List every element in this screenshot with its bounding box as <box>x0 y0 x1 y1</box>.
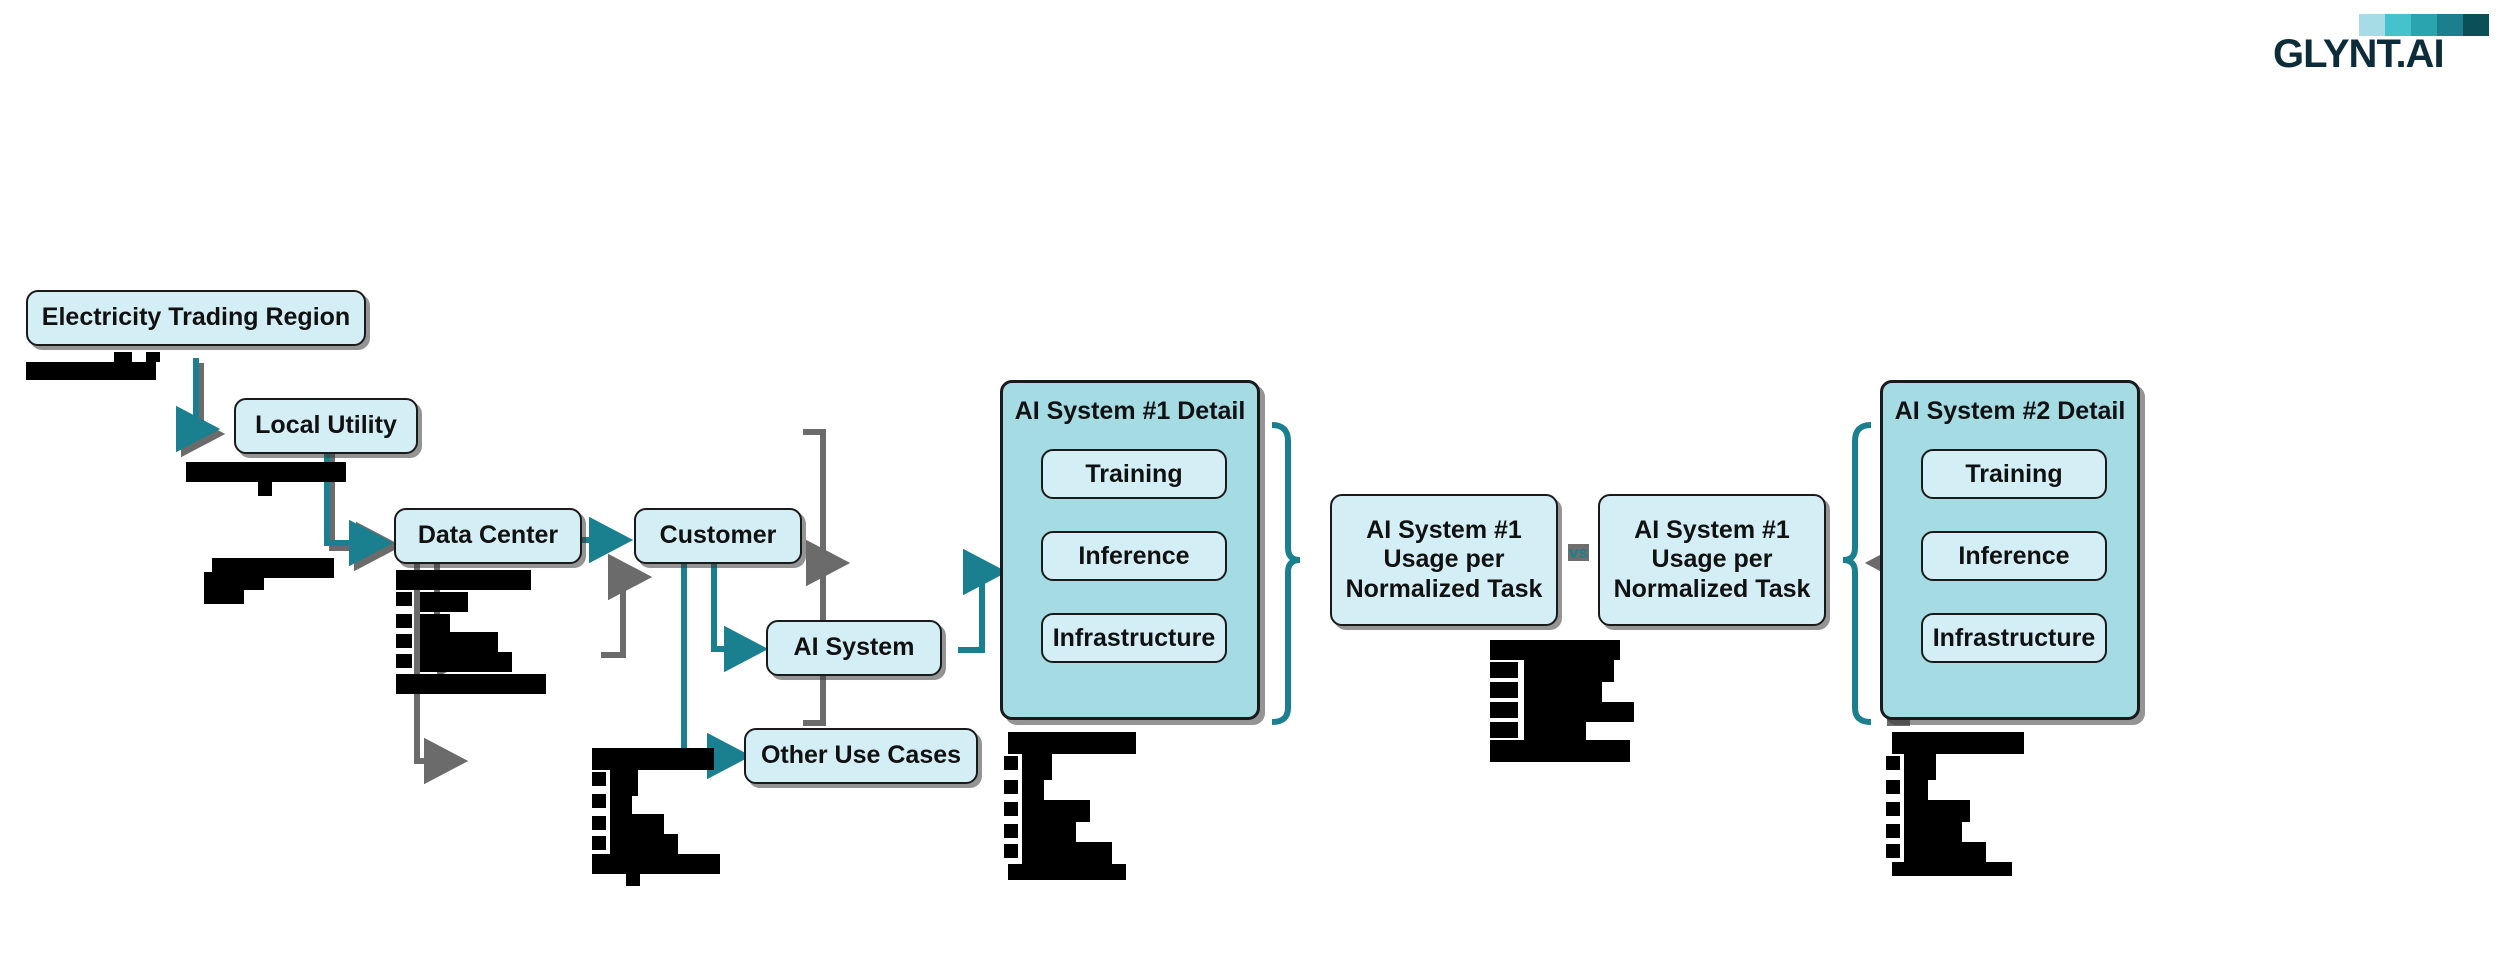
redacted-annotation-detail2 <box>1886 732 2056 876</box>
usage1-line-2: Usage per <box>1383 545 1505 574</box>
node-ai-system[interactable]: AI System <box>766 620 942 676</box>
glynt-ai-logo: GLYNT.AI <box>2273 14 2489 76</box>
group1-item-inference[interactable]: Inference <box>1041 531 1227 581</box>
usage1-line-1: AI System #1 <box>1366 515 1522 544</box>
redacted-annotation-datacenter <box>396 570 576 698</box>
logo-wordmark: GLYNT.AI <box>2273 32 2445 76</box>
node-local-utility[interactable]: Local Utility <box>234 398 418 454</box>
node-ai-system-1-usage[interactable]: AI System #1 Usage per Normalized Task <box>1330 494 1558 626</box>
usage1-line-3: Normalized Task <box>1345 574 1543 603</box>
group2-title: AI System #2 Detail <box>1894 397 2126 425</box>
diagram-canvas: GLYNT.AI Electricity Trading Region Loca… <box>0 0 2501 955</box>
node-ai-system-2-usage[interactable]: AI System #1 Usage per Normalized Task <box>1598 494 1826 626</box>
group2-item-training[interactable]: Training <box>1921 449 2107 499</box>
vs-comparator-label: vs <box>1568 543 1589 562</box>
redacted-annotation-usage <box>1490 640 1680 770</box>
usage2-line-2: Usage per <box>1651 545 1773 574</box>
node-other-use-cases[interactable]: Other Use Cases <box>744 728 978 784</box>
usage2-line-1: AI System #1 <box>1634 515 1790 544</box>
edge-aisystem-to-detail1 <box>958 548 1008 653</box>
node-customer[interactable]: Customer <box>634 508 802 564</box>
edge-region-to-utility <box>175 358 221 453</box>
group1-title: AI System #1 Detail <box>1014 397 1246 425</box>
group2-item-inference[interactable]: Inference <box>1921 531 2107 581</box>
redacted-annotation-datacenter-left <box>204 558 334 606</box>
redacted-annotation-detail1 <box>1004 732 1164 880</box>
group2-item-infrastructure[interactable]: Infrastructure <box>1921 613 2107 663</box>
node-electricity-trading-region[interactable]: Electricity Trading Region <box>26 290 366 346</box>
logo-bar-5 <box>2463 14 2489 36</box>
group1-item-training[interactable]: Training <box>1041 449 1227 499</box>
edge-detail1-to-usage1 <box>1271 422 1301 725</box>
usage2-line-3: Normalized Task <box>1613 574 1811 603</box>
node-data-center[interactable]: Data Center <box>394 508 582 564</box>
edge-customer-to-aisystem <box>711 562 769 673</box>
edge-customer-to-otherusecases <box>681 562 752 780</box>
redacted-annotation-region <box>26 352 160 380</box>
group-ai-system-2-detail[interactable]: AI System #2 Detail Training Inference I… <box>1880 380 2140 720</box>
group1-item-infrastructure[interactable]: Infrastructure <box>1041 613 1227 663</box>
group-ai-system-1-detail[interactable]: AI System #1 Detail Training Inference I… <box>1000 380 1260 720</box>
redacted-annotation-customer <box>592 748 752 888</box>
redacted-annotation-utility <box>186 462 346 502</box>
edge-usage2-to-detail2 <box>1842 422 1872 725</box>
